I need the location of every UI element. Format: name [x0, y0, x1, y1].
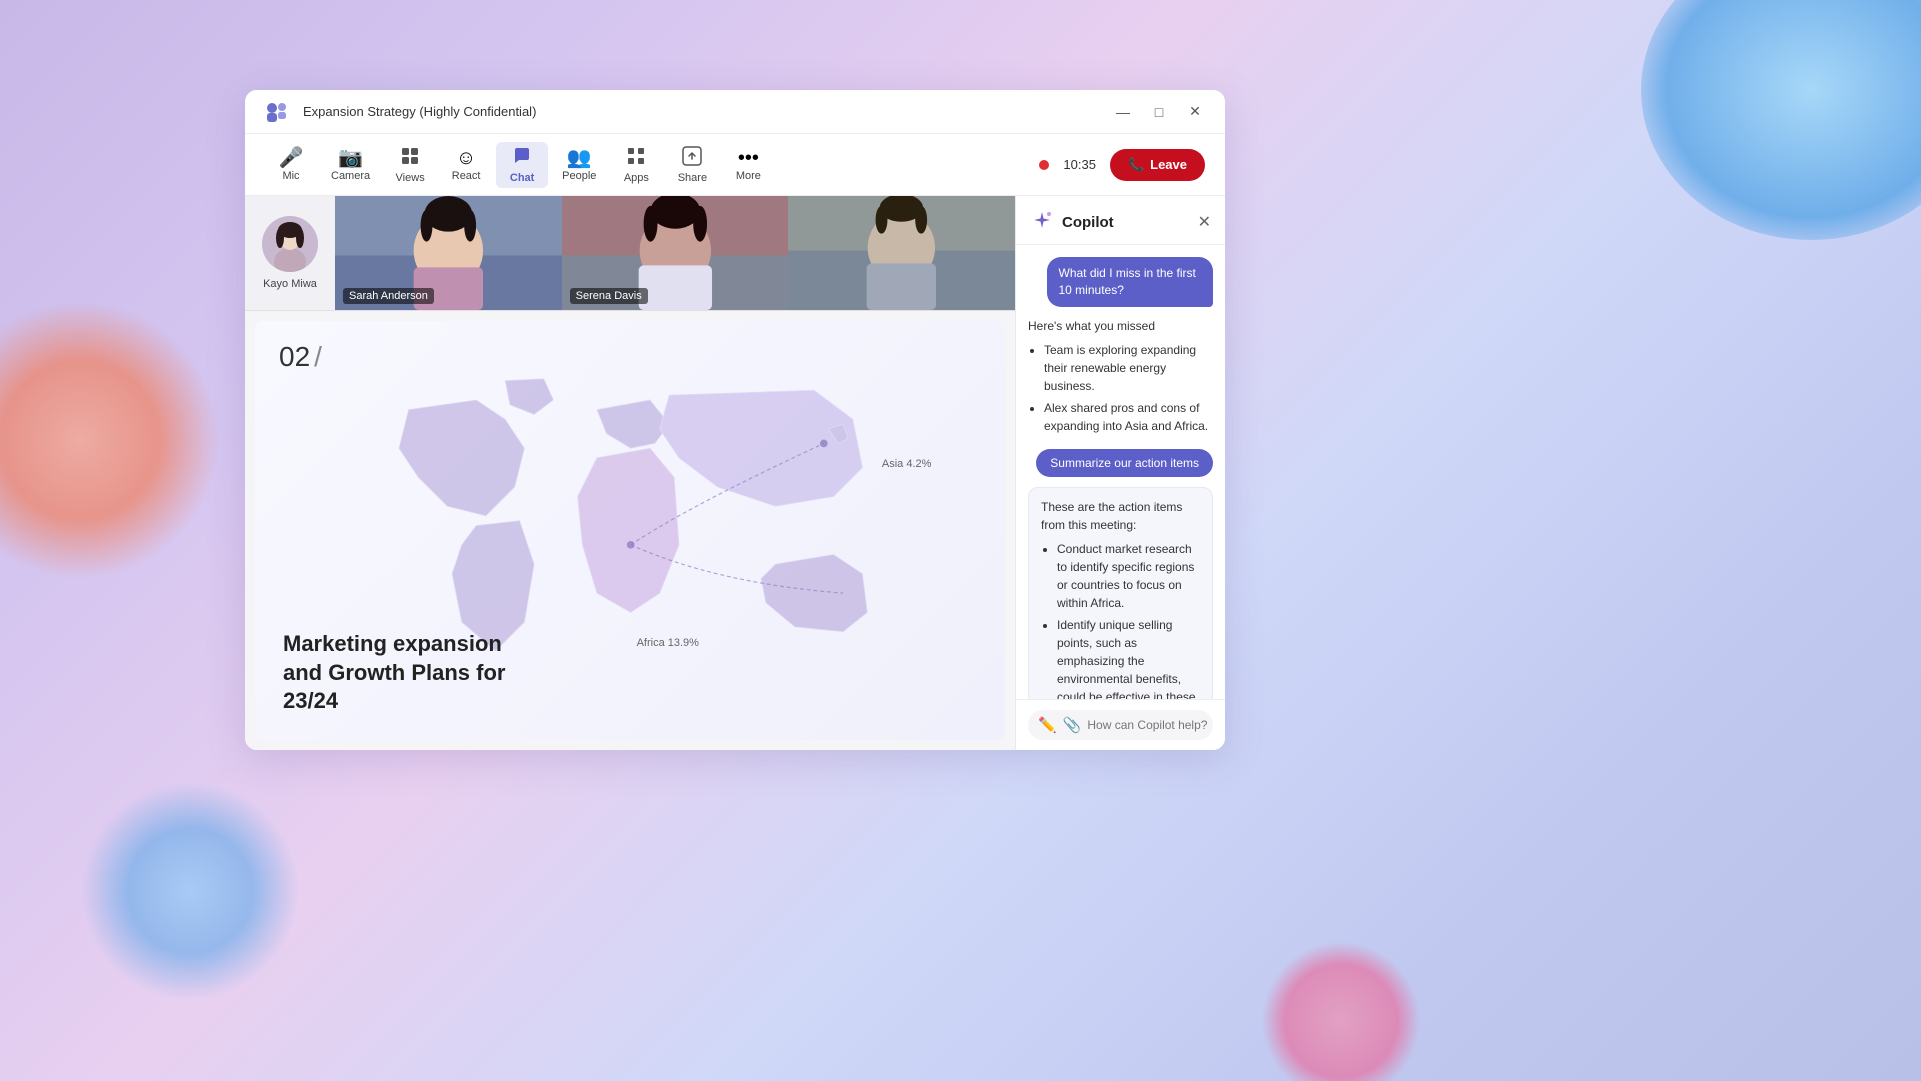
meeting-time: 10:35 [1063, 157, 1096, 172]
window-controls: — □ ✕ [1109, 98, 1209, 126]
more-icon: ••• [738, 148, 759, 168]
bullet-2: Alex shared pros and cons of expanding i… [1044, 399, 1213, 435]
mic-icon: 🎤 [279, 148, 304, 168]
toolbar-item-people[interactable]: 👥 People [552, 144, 606, 186]
toolbar-item-chat[interactable]: Chat [496, 142, 548, 188]
participants-strip: Kayo Miwa [245, 196, 1015, 311]
toolbar-item-mic[interactable]: 🎤 Mic [265, 144, 317, 186]
copilot-title-row: Copilot [1030, 210, 1114, 234]
toolbar-tools: 🎤 Mic 📷 Camera Views [265, 142, 774, 188]
copilot-icon [1030, 210, 1054, 234]
avatar-kayo [262, 216, 318, 272]
copilot-title: Copilot [1062, 214, 1114, 231]
toolbar-item-views[interactable]: Views [384, 142, 436, 188]
slide-number: 02/ [279, 341, 322, 373]
close-button[interactable]: ✕ [1181, 98, 1209, 126]
participant-name-overlay-serena: Serena Davis [570, 288, 648, 304]
toolbar-label-mic: Mic [282, 170, 299, 182]
video-serena: Serena Davis [562, 196, 789, 310]
copilot-body: What did I miss in the first 10 minutes?… [1016, 245, 1225, 699]
response-bullets: Team is exploring expanding their renewa… [1028, 341, 1213, 435]
slide-content: 02/ [255, 321, 1005, 740]
copilot-input-wrapper: ✏️ 📎 [1028, 710, 1213, 740]
minimize-button[interactable]: — [1109, 98, 1137, 126]
recording-indicator [1039, 160, 1049, 170]
app-window: Expansion Strategy (Highly Confidential)… [245, 90, 1225, 750]
teams-logo-icon [261, 96, 293, 128]
presentation-slide: 02/ [255, 321, 1005, 740]
action-bullet-1: Conduct market research to identify spec… [1057, 540, 1200, 612]
participant-tile-serena: Serena Davis [562, 196, 789, 310]
participant-tile-sarah: Sarah Anderson [335, 196, 562, 310]
summarize-action-button[interactable]: Summarize our action items [1036, 449, 1213, 477]
leave-label: Leave [1150, 157, 1187, 172]
toolbar: 🎤 Mic 📷 Camera Views [245, 134, 1225, 196]
apps-icon [626, 146, 646, 170]
participant-name-overlay-sarah: Sarah Anderson [343, 288, 434, 304]
action-bullets: Conduct market research to identify spec… [1041, 540, 1200, 699]
camera-icon: 📷 [338, 148, 363, 168]
response-title: Here's what you missed [1028, 317, 1213, 335]
chat-icon [512, 146, 532, 170]
action-bullet-2: Identify unique selling points, such as … [1057, 616, 1200, 699]
toolbar-item-share[interactable]: Share [666, 142, 718, 188]
participant-name-kayo: Kayo Miwa [263, 278, 317, 290]
toolbar-item-camera[interactable]: 📷 Camera [321, 144, 380, 186]
people-icon: 👥 [567, 148, 592, 168]
toolbar-label-chat: Chat [510, 172, 534, 184]
copilot-header: Copilot ✕ [1016, 196, 1225, 245]
map-label-asia: Asia 4.2% [882, 458, 932, 470]
copilot-input-area: ✏️ 📎 [1016, 699, 1225, 750]
copilot-first-response: Here's what you missed Team is exploring… [1028, 317, 1213, 439]
main-content: Kayo Miwa [245, 196, 1225, 750]
video-sarah: Sarah Anderson [335, 196, 562, 310]
toolbar-label-more: More [736, 170, 761, 182]
participant-tile-kayo: Kayo Miwa [245, 196, 335, 310]
toolbar-label-people: People [562, 170, 596, 182]
copilot-panel: Copilot ✕ What did I miss in the first 1… [1015, 196, 1225, 750]
title-bar-left: Expansion Strategy (Highly Confidential) [261, 96, 536, 128]
map-label-africa: Africa 13.9% [637, 637, 699, 649]
copilot-input-field[interactable] [1087, 718, 1225, 732]
leave-button[interactable]: 📞 Leave [1110, 149, 1205, 181]
pen-icon-button[interactable]: ✏️ [1038, 716, 1057, 734]
toolbar-label-views: Views [396, 172, 425, 184]
leave-phone-icon: 📞 [1128, 157, 1144, 173]
copilot-close-button[interactable]: ✕ [1198, 212, 1211, 232]
video-fourth [788, 196, 1015, 310]
maximize-button[interactable]: □ [1145, 98, 1173, 126]
toolbar-item-apps[interactable]: Apps [610, 142, 662, 188]
toolbar-item-react[interactable]: ☺ React [440, 144, 492, 186]
react-icon: ☺ [456, 148, 476, 168]
toolbar-right: 10:35 📞 Leave [1039, 149, 1205, 181]
meeting-area: Kayo Miwa [245, 196, 1015, 750]
user-message: What did I miss in the first 10 minutes? [1047, 257, 1214, 307]
attach-icon-button[interactable]: 📎 [1063, 716, 1082, 734]
views-icon [400, 146, 420, 170]
window-title: Expansion Strategy (Highly Confidential) [303, 104, 536, 119]
action-response-card: These are the action items from this mee… [1028, 487, 1213, 699]
title-bar: Expansion Strategy (Highly Confidential)… [245, 90, 1225, 134]
bullet-1: Team is exploring expanding their renewa… [1044, 341, 1213, 395]
toolbar-label-apps: Apps [624, 172, 649, 184]
toolbar-item-more[interactable]: ••• More [722, 144, 774, 186]
action-card-title: These are the action items from this mee… [1041, 498, 1200, 534]
slide-title: Marketing expansion and Growth Plans for… [283, 630, 505, 716]
toolbar-label-share: Share [678, 172, 707, 184]
toolbar-label-camera: Camera [331, 170, 370, 182]
share-icon [682, 146, 702, 170]
toolbar-label-react: React [452, 170, 481, 182]
participant-tile-fourth [788, 196, 1015, 310]
